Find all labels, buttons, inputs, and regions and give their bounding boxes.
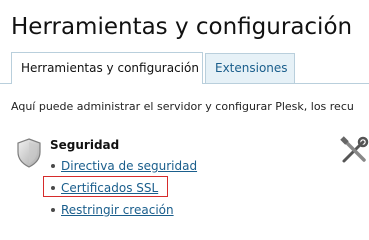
tab-tools-and-settings[interactable]: Herramientas y configuración xyxy=(11,52,203,84)
shield-icon xyxy=(17,138,41,168)
list-item: Directiva de seguridad xyxy=(51,159,197,173)
bullet-icon xyxy=(51,207,55,212)
list-item: Restringir creación xyxy=(51,203,174,217)
security-policy-link[interactable]: Directiva de seguridad xyxy=(61,159,197,173)
bullet-icon xyxy=(51,163,55,168)
section-title-security: Seguridad xyxy=(50,138,120,152)
highlight-box xyxy=(43,176,168,197)
page-title: Herramientas y configuración xyxy=(11,14,353,40)
tools-icon xyxy=(340,136,369,163)
tab-extensions[interactable]: Extensiones xyxy=(205,53,295,83)
intro-text: Aquí puede administrar el servidor y con… xyxy=(11,100,354,113)
tab-bar: Herramientas y configuración Extensiones xyxy=(0,52,369,84)
restrict-creation-link[interactable]: Restringir creación xyxy=(61,203,174,217)
